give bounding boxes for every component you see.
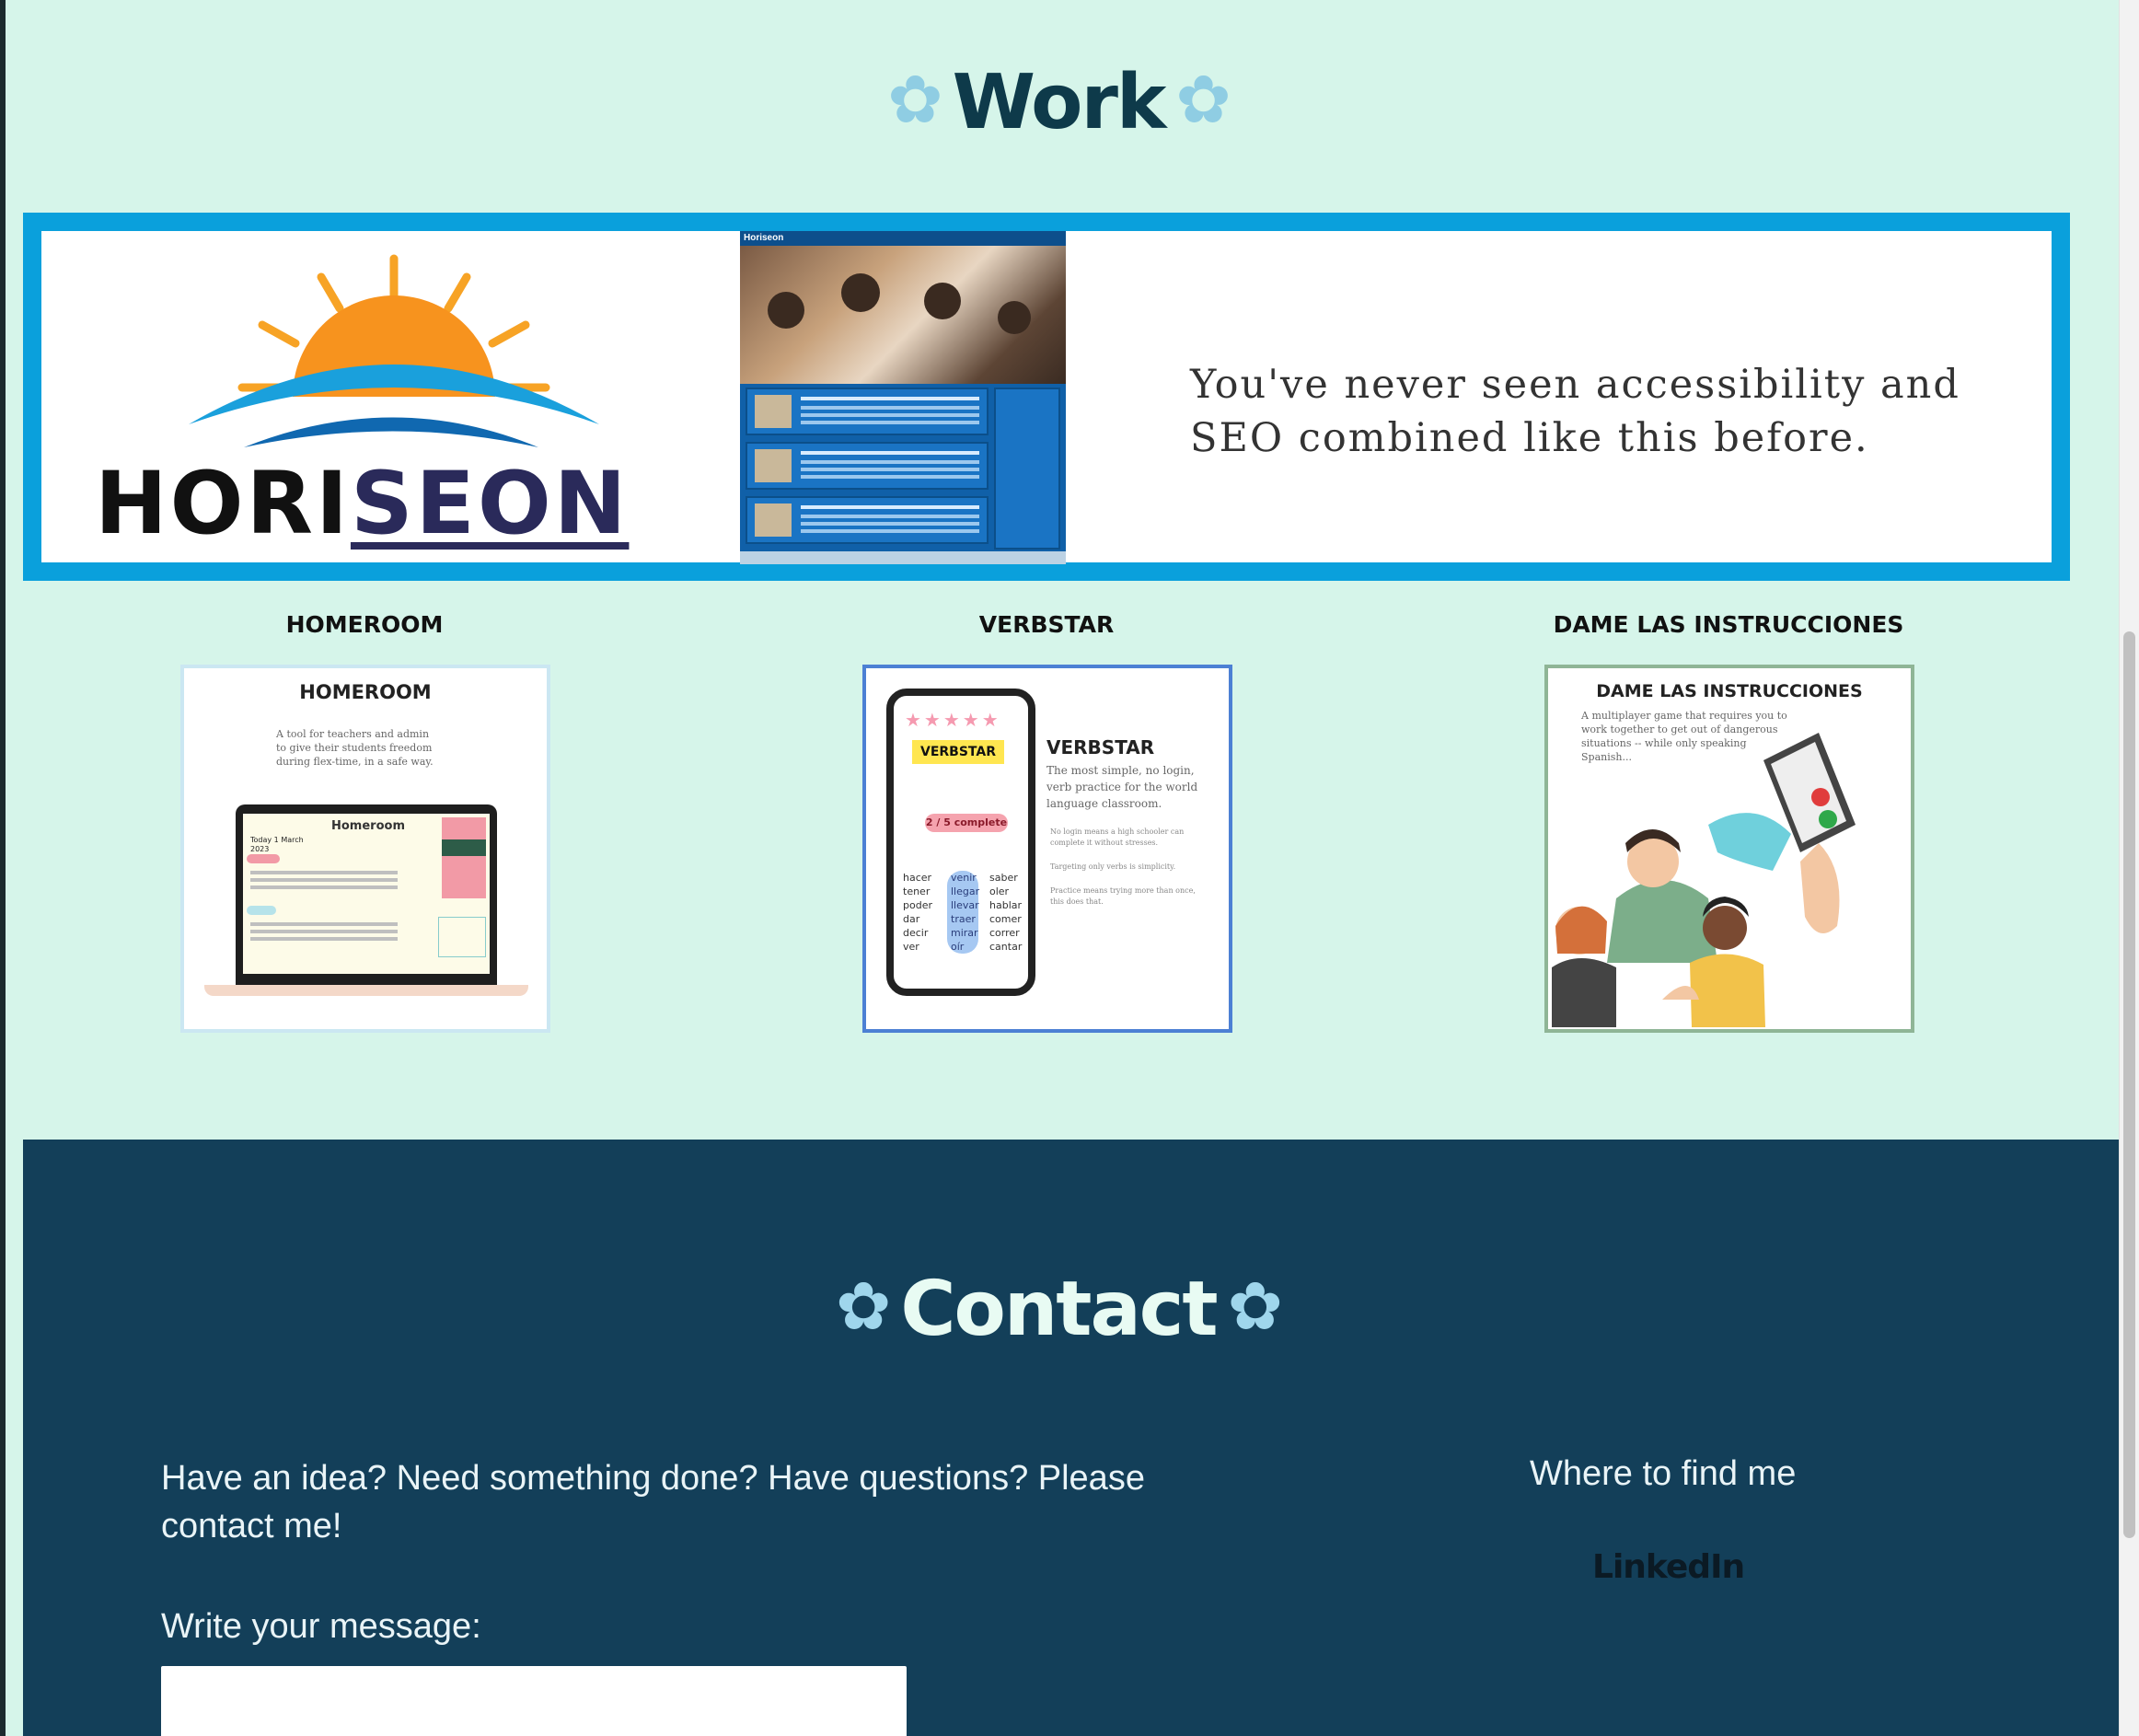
horiseon-site-screenshot: Horiseon bbox=[740, 231, 1066, 564]
progress-pill: 2 / 5 complete bbox=[925, 814, 1008, 832]
work-heading-text: Work bbox=[952, 59, 1167, 146]
project-label-dame: DAME LAS INSTRUCCIONES bbox=[1553, 611, 1904, 638]
screenshot-footer bbox=[740, 551, 1066, 564]
project-label-homeroom: HOMEROOM bbox=[285, 611, 444, 638]
card-description: The most simple, no login, verb practice… bbox=[1046, 764, 1198, 810]
flower-icon: ✿ bbox=[1227, 1267, 1283, 1345]
contact-intro-text: Have an idea? Need something done? Have … bbox=[161, 1459, 1145, 1545]
horiseon-tagline: You've never seen accessibility and SEO … bbox=[1190, 362, 1960, 461]
laptop-screen-date: Today 1 March 2023 bbox=[250, 836, 304, 853]
window-left-edge bbox=[0, 0, 6, 1736]
verb-column-1: hacer tener poder dar decir ver bbox=[903, 872, 932, 953]
message-label: Write your message: bbox=[161, 1607, 481, 1646]
where-to-find-me-label: Where to find me bbox=[1530, 1454, 1797, 1493]
project-card-dame-las-instrucciones[interactable]: DAME LAS INSTRUCCIONES A multiplayer gam… bbox=[1544, 665, 1914, 1033]
wordmark-part-1: HORI bbox=[95, 454, 351, 554]
scrollbar-thumb[interactable] bbox=[2123, 631, 2135, 1538]
card-title: HOMEROOM bbox=[299, 681, 432, 703]
laptop-base bbox=[204, 985, 528, 996]
flower-icon: ✿ bbox=[887, 61, 942, 138]
laptop-illustration: Homeroom Today 1 March 2023 bbox=[236, 804, 497, 985]
project-card-verbstar[interactable]: ★★★★★ VERBSTAR 2 / 5 complete hacer tene… bbox=[862, 665, 1232, 1033]
message-input[interactable] bbox=[161, 1666, 907, 1736]
verbstar-badge: VERBSTAR bbox=[912, 740, 1004, 764]
wordmark-part-2: SEON bbox=[350, 454, 630, 554]
benefits-sidebar bbox=[994, 388, 1060, 550]
bullet-2: Targeting only verbs is simplicity. bbox=[1050, 862, 1176, 871]
work-heading: ✿ Work ✿ bbox=[0, 59, 2117, 146]
linkedin-link[interactable]: LinkedIn bbox=[1592, 1548, 1745, 1586]
contact-heading: ✿ Contact ✿ bbox=[0, 1266, 2117, 1353]
horiseon-wordmark: HORISEON bbox=[95, 454, 629, 554]
project-label-verbstar: VERBSTAR bbox=[978, 611, 1115, 638]
services-list bbox=[746, 388, 989, 550]
sunrise-logo-icon bbox=[189, 254, 599, 447]
screenshot-brand: Horiseon bbox=[740, 231, 1066, 246]
card-description: A tool for teachers and admin to give th… bbox=[276, 728, 434, 768]
verb-columns: hacer tener poder dar decir ver venir ll… bbox=[903, 871, 1023, 954]
laptop-screen-title: Homeroom bbox=[331, 819, 405, 833]
flower-icon: ✿ bbox=[836, 1267, 891, 1345]
card-title: VERBSTAR bbox=[1046, 736, 1155, 758]
verb-column-3: saber oler hablar comer correr cantar bbox=[989, 872, 1023, 953]
bullet-1: No login means a high schooler can compl… bbox=[1050, 827, 1185, 847]
stars-rating-icon: ★★★★★ bbox=[905, 711, 1001, 731]
bullet-3: Practice means trying more than once, th… bbox=[1050, 886, 1196, 906]
flower-icon: ✿ bbox=[1175, 61, 1231, 138]
card-title: DAME LAS INSTRUCCIONES bbox=[1596, 681, 1863, 701]
horiseon-logo: HORISEON bbox=[78, 240, 649, 554]
friends-with-phone-illustration bbox=[1552, 733, 1856, 1027]
team-photo bbox=[740, 246, 1066, 384]
contact-heading-text: Contact bbox=[900, 1266, 1218, 1353]
featured-project-horiseon[interactable]: HORISEON Horiseon You've never seen acce… bbox=[23, 213, 2070, 581]
project-card-homeroom[interactable]: HOMEROOM A tool for teachers and admin t… bbox=[180, 665, 550, 1033]
phone-illustration: ★★★★★ VERBSTAR 2 / 5 complete hacer tene… bbox=[886, 689, 1035, 996]
verb-column-2: venir llegar llevar traer mirar oír bbox=[947, 871, 979, 954]
